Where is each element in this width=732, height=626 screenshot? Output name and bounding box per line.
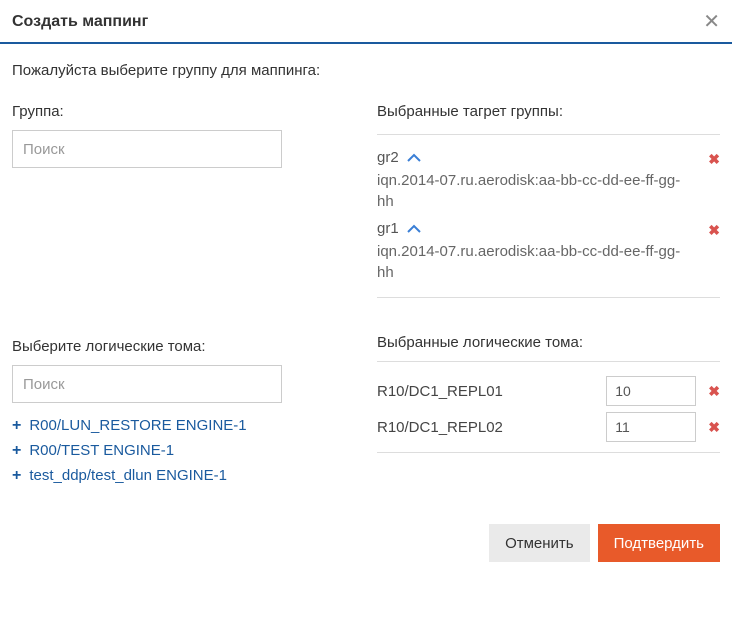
chevron-up-icon[interactable] — [407, 153, 421, 163]
columns: Группа: Выберите логические тома: + R00/… — [12, 103, 720, 492]
selected-lun-row: R10/DC1_REPL02 ✖ — [377, 412, 720, 442]
available-luns-list: + R00/LUN_RESTORE ENGINE-1 + R00/TEST EN… — [12, 417, 347, 484]
group-iqn: iqn.2014-07.ru.aerodisk:aa-bb-cc-dd-ee-f… — [377, 170, 696, 212]
modal-title: Создать маппинг — [12, 13, 148, 31]
selected-lun-value-input[interactable] — [606, 412, 696, 442]
available-lun-item[interactable]: + R00/LUN_RESTORE ENGINE-1 — [12, 417, 347, 434]
selected-luns-label: Выбранные логические тома: — [377, 334, 720, 351]
plus-icon: + — [12, 418, 21, 434]
remove-lun-icon[interactable]: ✖ — [708, 419, 720, 436]
group-label: Группа: — [12, 103, 347, 120]
spacer — [12, 168, 347, 338]
group-head: gr2 — [377, 149, 696, 166]
selected-lun-name: R10/DC1_REPL01 — [377, 383, 606, 400]
luns-search-input[interactable] — [12, 365, 282, 403]
chevron-up-icon[interactable] — [407, 224, 421, 234]
selected-group: gr1 iqn.2014-07.ru.aerodisk:aa-bb-cc-dd-… — [377, 220, 720, 283]
remove-group-icon[interactable]: ✖ — [708, 222, 720, 239]
right-column: Выбранные тагрет группы: gr2 iqn.2014-07… — [377, 103, 720, 492]
modal-header: Создать маппинг ✕ — [0, 0, 732, 44]
luns-label: Выберите логические тома: — [12, 338, 347, 355]
modal-body: Пожалуйста выберите группу для маппинга:… — [0, 44, 732, 512]
target-groups-label: Выбранные тагрет группы: — [377, 103, 720, 120]
group-head: gr1 — [377, 220, 696, 237]
remove-lun-icon[interactable]: ✖ — [708, 383, 720, 400]
plus-icon: + — [12, 443, 21, 459]
lun-item-label: R00/LUN_RESTORE ENGINE-1 — [29, 417, 246, 434]
selected-lun-name: R10/DC1_REPL02 — [377, 419, 606, 436]
lun-item-label: test_ddp/test_dlun ENGINE-1 — [29, 467, 227, 484]
remove-group-icon[interactable]: ✖ — [708, 151, 720, 168]
spacer — [377, 312, 720, 334]
available-lun-item[interactable]: + R00/TEST ENGINE-1 — [12, 442, 347, 459]
modal-footer: Отменить Подтвердить — [0, 512, 732, 574]
cancel-button[interactable]: Отменить — [489, 524, 590, 562]
group-iqn: iqn.2014-07.ru.aerodisk:aa-bb-cc-dd-ee-f… — [377, 241, 696, 283]
group-search-input[interactable] — [12, 130, 282, 168]
close-icon[interactable]: ✕ — [703, 12, 720, 32]
plus-icon: + — [12, 468, 21, 484]
confirm-button[interactable]: Подтвердить — [598, 524, 720, 562]
available-lun-item[interactable]: + test_ddp/test_dlun ENGINE-1 — [12, 467, 347, 484]
divider — [377, 134, 720, 135]
left-column: Группа: Выберите логические тома: + R00/… — [12, 103, 347, 492]
lun-item-label: R00/TEST ENGINE-1 — [29, 442, 174, 459]
instruction-text: Пожалуйста выберите группу для маппинга: — [12, 62, 720, 79]
selected-group: gr2 iqn.2014-07.ru.aerodisk:aa-bb-cc-dd-… — [377, 149, 720, 212]
divider — [377, 297, 720, 298]
divider — [377, 361, 720, 362]
group-name: gr1 — [377, 220, 399, 237]
group-name: gr2 — [377, 149, 399, 166]
selected-lun-value-input[interactable] — [606, 376, 696, 406]
divider — [377, 452, 720, 453]
selected-lun-row: R10/DC1_REPL01 ✖ — [377, 376, 720, 406]
